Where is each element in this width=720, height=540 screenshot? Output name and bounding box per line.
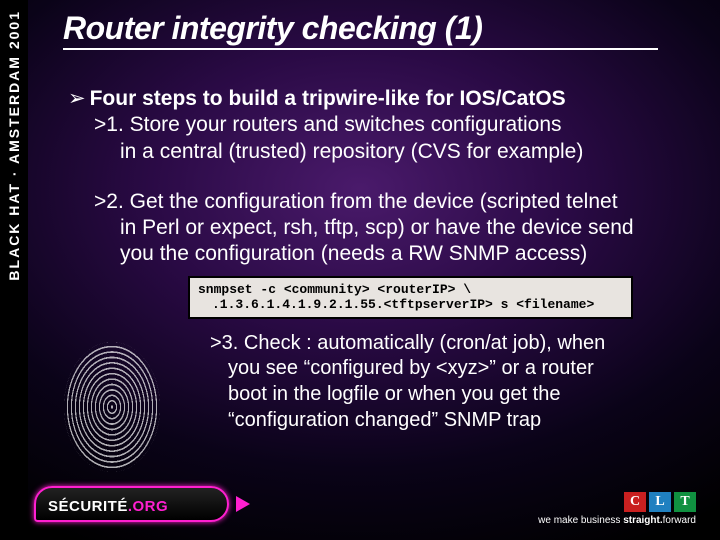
step-3: >3. Check : automatically (cron/at job),…	[210, 331, 688, 433]
step-1-line-1: >1. Store your routers and switches conf…	[94, 112, 688, 138]
left-banner-text: BLACK HAT · AMSTERDAM 2001	[6, 10, 22, 281]
tagline-bold: straight.	[623, 515, 662, 526]
step-1-line-2: in a central (trusted) repository (CVS f…	[120, 139, 688, 165]
tagline-pre: we make business	[538, 515, 623, 526]
left-conference-banner: BLACK HAT · AMSTERDAM 2001	[0, 0, 28, 540]
code-line-1: snmpset -c <community> <routerIP> \	[198, 282, 471, 297]
securite-brand: SÉCURITÉ	[48, 498, 128, 515]
clt-c-block: C	[624, 492, 646, 512]
code-line-2: .1.3.6.1.4.1.9.2.1.55.<tftpserverIP> s <…	[198, 297, 623, 313]
step-3-line-3: boot in the logfile or when you get the	[228, 382, 688, 408]
step-3-line-1: >3. Check : automatically (cron/at job),…	[210, 331, 688, 357]
clt-blocks: C L T	[624, 492, 696, 512]
securite-badge-arrow-icon	[236, 496, 250, 512]
sponsor-tagline: we make business straight.forward	[536, 515, 696, 526]
heading: ➢Four steps to build a tripwire-like for…	[68, 85, 688, 112]
step-2-line-1: >2. Get the configuration from the devic…	[94, 189, 688, 215]
fingerprint-icon	[64, 342, 160, 472]
clt-t-block: T	[674, 492, 696, 512]
code-snippet: snmpset -c <community> <routerIP> \ .1.3…	[188, 276, 633, 319]
step-2-line-3: you the configuration (needs a RW SNMP a…	[120, 241, 688, 267]
step-2-line-2: in Perl or expect, rsh, tftp, scp) or ha…	[120, 215, 688, 241]
slide-title: Router integrity checking (1)	[63, 10, 658, 50]
step-3-line-2: you see “configured by <xyz>” or a route…	[228, 356, 688, 382]
securite-suffix: .ORG	[128, 498, 168, 515]
step-3-line-4: “configuration changed” SNMP trap	[228, 408, 688, 434]
heading-text: Four steps to build a tripwire-like for …	[90, 87, 566, 110]
clt-l-block: L	[649, 492, 671, 512]
sponsor-logo: C L T we make business straight.forward	[536, 492, 696, 526]
tagline-post: forward	[663, 515, 696, 526]
bullet-arrow-icon: ➢	[68, 87, 86, 110]
securite-logo: SÉCURITÉ.ORG	[34, 478, 244, 522]
securite-text: SÉCURITÉ.ORG	[48, 498, 228, 515]
fingerprint-graphic: SÉCURITÉ.ORG	[34, 342, 199, 522]
